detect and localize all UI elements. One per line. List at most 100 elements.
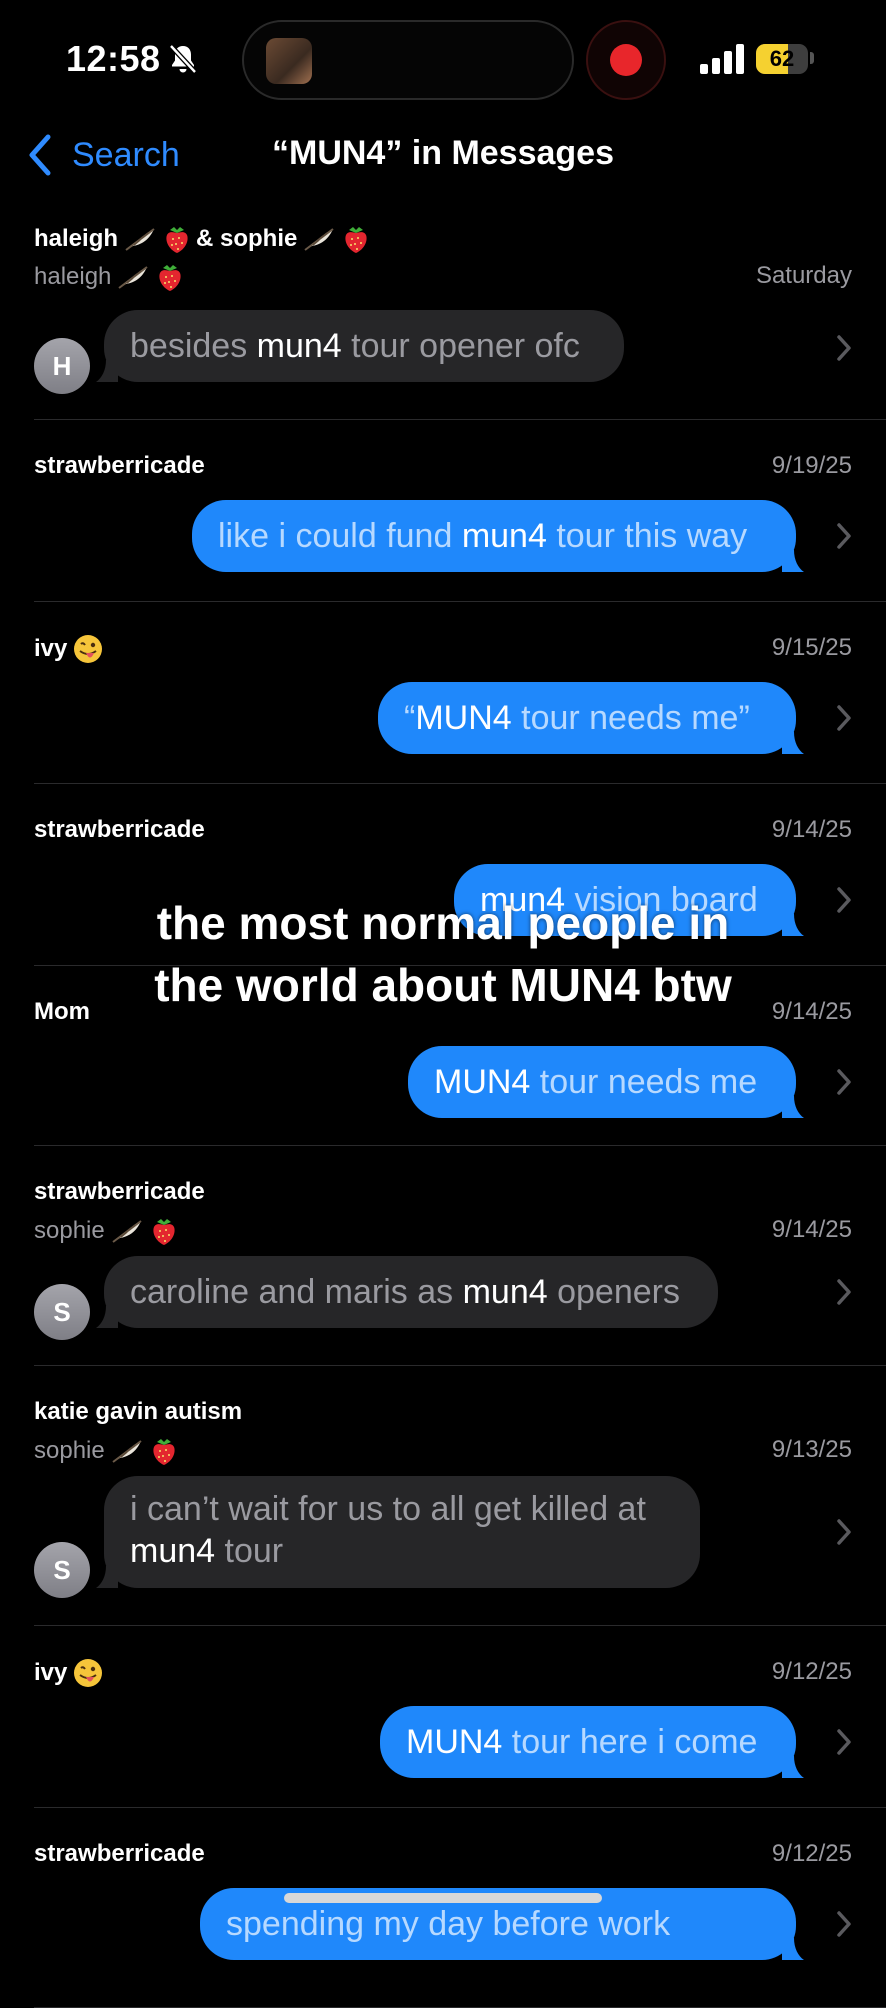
message-date: 9/13/25 bbox=[771, 1436, 852, 1463]
live-activity-island[interactable] bbox=[242, 20, 574, 100]
search-results-list: haleigh & sophie haleigh Saturday Hbesides m… bbox=[0, 212, 886, 2008]
conversation-name: ivy bbox=[34, 634, 103, 664]
outgoing-message-bubble[interactable]: “MUN4 tour needs me” bbox=[378, 682, 804, 754]
caption-line-1: the most normal people in bbox=[156, 897, 730, 949]
outgoing-message-bubble[interactable]: MUN4 tour here i come bbox=[380, 1706, 804, 1778]
conversation-name-text: strawberricade bbox=[34, 1178, 205, 1205]
message-text: i can’t wait for us to all get killed at… bbox=[130, 1490, 646, 1570]
sender-name-text: sophie bbox=[34, 1217, 105, 1244]
message-text: like i could fund mun4 tour this way bbox=[218, 515, 747, 557]
home-indicator[interactable] bbox=[284, 1893, 602, 1903]
status-bar: 12:58 62 bbox=[0, 0, 886, 120]
conversation-name-text: strawberricade bbox=[34, 1840, 205, 1867]
bubble-tail bbox=[782, 1096, 804, 1118]
message-text-segment: like i could fund bbox=[218, 517, 462, 555]
chevron-left-icon bbox=[29, 134, 51, 176]
feather-emoji bbox=[303, 226, 337, 252]
search-match-highlight: mun4 bbox=[256, 327, 342, 365]
avatar: S bbox=[34, 1542, 90, 1598]
back-button[interactable]: Search bbox=[26, 130, 180, 180]
cellular-signal-icon bbox=[700, 44, 744, 74]
conversation-name: strawberricade bbox=[34, 1178, 205, 1206]
bubble-tail bbox=[96, 1306, 118, 1328]
strawberry-emoji bbox=[157, 262, 183, 292]
message-text-segment: spending my day before work bbox=[226, 1905, 671, 1943]
search-match-highlight: mun4 bbox=[462, 1273, 548, 1311]
message-date: Saturday bbox=[755, 262, 852, 289]
feather-emoji bbox=[117, 264, 151, 290]
conversation-name-text: strawberricade bbox=[34, 816, 205, 843]
sender-name: haleigh bbox=[34, 262, 183, 292]
battery-icon: 62 bbox=[756, 44, 808, 74]
search-result-row[interactable]: strawberricade 9/19/25 like i could fund m… bbox=[0, 420, 886, 602]
search-match-highlight: mun4 bbox=[130, 1532, 216, 1570]
message-text: MUN4 tour here i come bbox=[406, 1721, 757, 1763]
message-text: spending my day before work bbox=[226, 1903, 670, 1945]
chevron-right-icon bbox=[837, 1519, 851, 1545]
incoming-message-bubble[interactable]: besides mun4 tour opener ofc bbox=[96, 310, 624, 382]
conversation-name: strawberricade bbox=[34, 1840, 205, 1868]
battery-percent: 62 bbox=[769, 46, 795, 71]
message-text-segment: i can’t wait for us to all get killed at bbox=[130, 1490, 646, 1528]
incoming-message-bubble[interactable]: i can’t wait for us to all get killed at… bbox=[96, 1476, 700, 1588]
strawberry-emoji bbox=[164, 224, 190, 254]
feather-emoji bbox=[111, 1218, 145, 1244]
back-label: Search bbox=[72, 135, 180, 174]
bubble-tail bbox=[782, 1756, 804, 1778]
outgoing-message-bubble[interactable]: MUN4 tour needs me bbox=[408, 1046, 804, 1118]
chevron-right-icon bbox=[837, 1279, 851, 1305]
bubble-tail bbox=[782, 732, 804, 754]
message-text-segment: tour bbox=[215, 1532, 284, 1570]
message-text-segment: tour here i come bbox=[502, 1723, 758, 1761]
clock: 12:58 bbox=[66, 38, 161, 79]
search-match-highlight: MUN4 bbox=[434, 1063, 531, 1101]
message-date: 9/12/25 bbox=[771, 1658, 852, 1685]
caption-line-2: the world about MUN4 btw bbox=[154, 959, 732, 1011]
conversation-name-text: strawberricade bbox=[34, 452, 205, 479]
bell-slash-icon bbox=[169, 44, 197, 74]
search-match-highlight: MUN4 bbox=[406, 1723, 503, 1761]
tongue-out-emoji bbox=[73, 1658, 103, 1688]
conversation-name: haleigh & sophie bbox=[34, 224, 369, 254]
conversation-name: strawberricade bbox=[34, 816, 205, 844]
avatar: S bbox=[34, 1284, 90, 1340]
feather-emoji bbox=[124, 226, 158, 252]
chevron-right-icon bbox=[837, 335, 851, 361]
message-text-segment: besides bbox=[130, 327, 257, 365]
record-icon[interactable] bbox=[586, 20, 666, 100]
outgoing-message-bubble[interactable]: like i could fund mun4 tour this way bbox=[192, 500, 804, 572]
conversation-name-text: katie gavin autism bbox=[34, 1398, 243, 1425]
chevron-right-icon bbox=[837, 523, 851, 549]
search-result-row[interactable]: katie gavin autism sophie 9/13/25 Si can’t … bbox=[0, 1366, 886, 1626]
bubble-tail bbox=[782, 1938, 804, 1960]
search-result-row[interactable]: strawberricade sophie 9/14/25 Scaroline and… bbox=[0, 1146, 886, 1366]
message-text-segment: “ bbox=[404, 699, 416, 737]
chevron-right-icon bbox=[837, 1729, 851, 1755]
avatar: H bbox=[34, 338, 90, 394]
conversation-name-text: ivy bbox=[34, 1659, 68, 1686]
message-text-segment: openers bbox=[547, 1273, 680, 1311]
strawberry-emoji bbox=[151, 1216, 177, 1246]
sender-name: sophie bbox=[34, 1216, 177, 1246]
message-text-segment: tour needs me bbox=[530, 1063, 758, 1101]
conversation-name-extra: & sophie bbox=[196, 225, 298, 252]
search-match-highlight: mun4 bbox=[461, 517, 547, 555]
search-match-highlight: MUN4 bbox=[415, 699, 512, 737]
conversation-name: ivy bbox=[34, 1658, 103, 1688]
search-result-row[interactable]: strawberricade 9/12/25 spending my day bef… bbox=[0, 1808, 886, 2008]
search-result-row[interactable]: haleigh & sophie haleigh Saturday Hbesides m… bbox=[0, 212, 886, 420]
conversation-name: katie gavin autism bbox=[34, 1398, 242, 1426]
conversation-name-text: ivy bbox=[34, 635, 68, 662]
feather-emoji bbox=[111, 1438, 145, 1464]
sender-name: sophie bbox=[34, 1436, 177, 1466]
sender-name-text: haleigh bbox=[34, 263, 112, 290]
message-text-segment: tour needs me” bbox=[511, 699, 750, 737]
search-result-row[interactable]: ivy 9/15/25 “MUN4 tour needs me” bbox=[0, 602, 886, 784]
message-date: 9/19/25 bbox=[771, 452, 852, 479]
incoming-message-bubble[interactable]: caroline and maris as mun4 openers bbox=[96, 1256, 718, 1328]
page-title: “MUN4” in Messages bbox=[272, 134, 614, 172]
search-result-row[interactable]: ivy 9/12/25 MUN4 tour here i come bbox=[0, 1626, 886, 1808]
strawberry-emoji bbox=[343, 224, 369, 254]
chevron-right-icon bbox=[837, 1069, 851, 1095]
bubble-tail bbox=[96, 360, 118, 382]
